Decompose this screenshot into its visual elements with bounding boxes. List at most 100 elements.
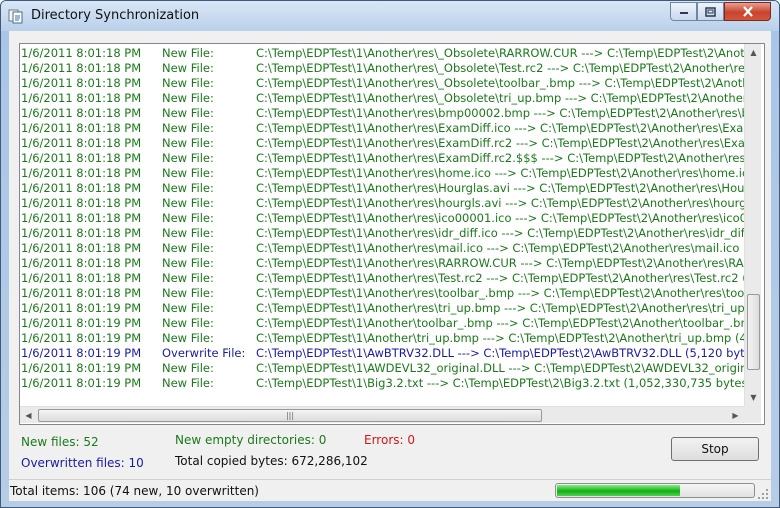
log-row-action: New File: (162, 316, 214, 330)
log-row-action: New File: (162, 211, 214, 225)
log-row-action: New File: (162, 331, 214, 345)
log-row[interactable]: 1/6/2011 8:01:19 PM Overwrite File: C:\Tem… (20, 346, 744, 361)
log-row-action: New File: (162, 76, 214, 90)
horizontal-scrollbar[interactable]: ◀ ||| ▶ (20, 406, 744, 423)
scroll-up-button[interactable]: ▲ (745, 44, 762, 61)
log-row-action: New File: (162, 61, 214, 75)
arrow-right-icon: ▶ (732, 411, 739, 420)
log-row[interactable]: 1/6/2011 8:01:19 PM New File: C:\Temp\EDPT… (20, 316, 744, 331)
log-row-action: New File: (162, 226, 214, 240)
scroll-left-button[interactable]: ◀ (20, 407, 37, 424)
vertical-scroll-thumb[interactable] (747, 294, 760, 370)
log-row-time: 1/6/2011 8:01:18 PM (21, 91, 142, 105)
log-row-time: 1/6/2011 8:01:19 PM (21, 331, 142, 345)
log-row-detail: C:\Temp\EDPTest\1\Another\tri_up.bmp ---… (256, 331, 744, 345)
log-row-time: 1/6/2011 8:01:18 PM (21, 166, 142, 180)
log-row[interactable]: 1/6/2011 8:01:18 PM New File: C:\Temp\EDPT… (20, 271, 744, 286)
log-row-time: 1/6/2011 8:01:18 PM (21, 106, 142, 120)
log-row[interactable]: 1/6/2011 8:01:18 PM New File: C:\Temp\EDPT… (20, 91, 744, 106)
grip-lines-icon: ||| (285, 411, 295, 420)
log-row[interactable]: 1/6/2011 8:01:18 PM New File: C:\Temp\EDPT… (20, 196, 744, 211)
arrow-up-icon: ▲ (750, 48, 757, 57)
log-row-action: New File: (162, 136, 214, 150)
log-row-detail: C:\Temp\EDPTest\1\Another\res\idr_diff.i… (256, 226, 744, 240)
status-total-items: Total items: 106 (74 new, 10 overwritten… (10, 484, 259, 498)
stop-button[interactable]: Stop (671, 437, 759, 461)
progress-fill (557, 485, 680, 496)
log-row-action: New File: (162, 286, 214, 300)
log-row-time: 1/6/2011 8:01:18 PM (21, 226, 142, 240)
log-row-detail: C:\Temp\EDPTest\1\Another\res\ExamDiff.r… (256, 151, 744, 165)
log-row-action: Overwrite File: (162, 346, 246, 360)
log-row[interactable]: 1/6/2011 8:01:19 PM New File: C:\Temp\EDPT… (20, 376, 744, 391)
log-row-time: 1/6/2011 8:01:18 PM (21, 196, 142, 210)
log-row-detail: C:\Temp\EDPTest\1\Another\res\mail.ico -… (256, 241, 744, 255)
close-icon (742, 6, 753, 17)
log-row-detail: C:\Temp\EDPTest\1\Another\res\RARROW.CUR… (256, 256, 744, 270)
vertical-scrollbar[interactable]: ▲ ▼ (744, 44, 761, 406)
errors-count: Errors: 0 (364, 433, 415, 447)
log-row-detail: C:\Temp\EDPTest\1\Another\res\Test.rc2 -… (256, 271, 744, 285)
log-row[interactable]: 1/6/2011 8:01:18 PM New File: C:\Temp\EDPT… (20, 256, 744, 271)
log-row-detail: C:\Temp\EDPTest\1\Another\res\_Obsolete\… (256, 61, 744, 75)
log-row-detail: C:\Temp\EDPTest\1\Another\res\ExamDiff.i… (256, 121, 744, 135)
log-row[interactable]: 1/6/2011 8:01:18 PM New File: C:\Temp\EDPT… (20, 211, 744, 226)
log-row[interactable]: 1/6/2011 8:01:19 PM New File: C:\Temp\EDPT… (20, 361, 744, 376)
log-row[interactable]: 1/6/2011 8:01:18 PM New File: C:\Temp\EDPT… (20, 76, 744, 91)
log-row-time: 1/6/2011 8:01:19 PM (21, 316, 142, 330)
log-row-detail: C:\Temp\EDPTest\1\Another\res\bmp00002.b… (256, 106, 744, 120)
horizontal-scroll-thumb[interactable]: ||| (38, 409, 542, 422)
log-row-detail: C:\Temp\EDPTest\1\Big3.2.txt ---> C:\Tem… (256, 376, 744, 390)
log-row-action: New File: (162, 256, 214, 270)
log-row-detail: C:\Temp\EDPTest\1\Another\res\_Obsolete\… (256, 91, 744, 105)
log-row-action: New File: (162, 91, 214, 105)
log-row-time: 1/6/2011 8:01:18 PM (21, 61, 142, 75)
log-row-time: 1/6/2011 8:01:18 PM (21, 256, 142, 270)
title-bar[interactable]: Directory Synchronization (1, 1, 779, 31)
log-row-action: New File: (162, 241, 214, 255)
log-row-action: New File: (162, 301, 214, 315)
close-button[interactable] (724, 2, 771, 21)
log-row-detail: C:\Temp\EDPTest\1\Another\res\toolbar_.b… (256, 286, 744, 300)
log-row-action: New File: (162, 181, 214, 195)
log-row[interactable]: 1/6/2011 8:01:18 PM New File: C:\Temp\EDPT… (20, 181, 744, 196)
log-row[interactable]: 1/6/2011 8:01:19 PM New File: C:\Temp\EDPT… (20, 301, 744, 316)
sync-progress-bar (555, 483, 755, 498)
log-row-time: 1/6/2011 8:01:19 PM (21, 376, 142, 390)
minimize-button[interactable] (670, 2, 697, 21)
sync-window: Directory Synchronization 1/6/2011 8:01:… (0, 0, 780, 508)
scrollbar-corner (744, 406, 761, 423)
log-row-time: 1/6/2011 8:01:19 PM (21, 361, 142, 375)
log-row[interactable]: 1/6/2011 8:01:18 PM New File: C:\Temp\EDPT… (20, 241, 744, 256)
overwritten-files-count: Overwritten files: 10 (21, 456, 144, 470)
log-row[interactable]: 1/6/2011 8:01:18 PM New File: C:\Temp\EDPT… (20, 226, 744, 241)
log-row[interactable]: 1/6/2011 8:01:18 PM New File: C:\Temp\EDPT… (20, 61, 744, 76)
log-row-time: 1/6/2011 8:01:18 PM (21, 136, 142, 150)
status-bar: Total items: 106 (74 new, 10 overwritten… (9, 479, 771, 501)
log-row[interactable]: 1/6/2011 8:01:18 PM New File: C:\Temp\EDPT… (20, 166, 744, 181)
arrow-left-icon: ◀ (25, 411, 32, 420)
log-row-detail: C:\Temp\EDPTest\1\Another\res\_Obsolete\… (256, 46, 744, 60)
log-row-action: New File: (162, 166, 214, 180)
log-row[interactable]: 1/6/2011 8:01:18 PM New File: C:\Temp\EDPT… (20, 121, 744, 136)
scroll-right-button[interactable]: ▶ (727, 407, 744, 424)
log-row[interactable]: 1/6/2011 8:01:18 PM New File: C:\Temp\EDPT… (20, 151, 744, 166)
log-row[interactable]: 1/6/2011 8:01:18 PM New File: C:\Temp\EDPT… (20, 106, 744, 121)
sync-log-list[interactable]: 1/6/2011 8:01:18 PM New File: C:\Temp\EDPT… (19, 43, 765, 425)
log-row-detail: C:\Temp\EDPTest\1\AwBTRV32.DLL ---> C:\T… (256, 346, 744, 360)
log-row[interactable]: 1/6/2011 8:01:18 PM New File: C:\Temp\EDPT… (20, 136, 744, 151)
log-row-detail: C:\Temp\EDPTest\1\Another\toolbar_.bmp -… (256, 316, 744, 330)
log-row[interactable]: 1/6/2011 8:01:18 PM New File: C:\Temp\EDPT… (20, 286, 744, 301)
log-row[interactable]: 1/6/2011 8:01:19 PM New File: C:\Temp\EDPT… (20, 331, 744, 346)
maximize-icon (705, 6, 716, 17)
log-row[interactable]: 1/6/2011 8:01:18 PM New File: C:\Temp\EDPT… (20, 46, 744, 61)
log-row-action: New File: (162, 151, 214, 165)
client-area: 1/6/2011 8:01:18 PM New File: C:\Temp\EDPT… (9, 31, 771, 501)
log-row-detail: C:\Temp\EDPTest\1\Another\res\home.ico -… (256, 166, 744, 180)
arrow-down-icon: ▼ (750, 393, 757, 402)
size-grip-icon[interactable] (757, 488, 769, 500)
maximize-button[interactable] (697, 2, 724, 21)
scroll-down-button[interactable]: ▼ (745, 389, 762, 406)
total-copied-bytes: Total copied bytes: 672,286,102 (175, 454, 368, 468)
log-row-time: 1/6/2011 8:01:18 PM (21, 181, 142, 195)
